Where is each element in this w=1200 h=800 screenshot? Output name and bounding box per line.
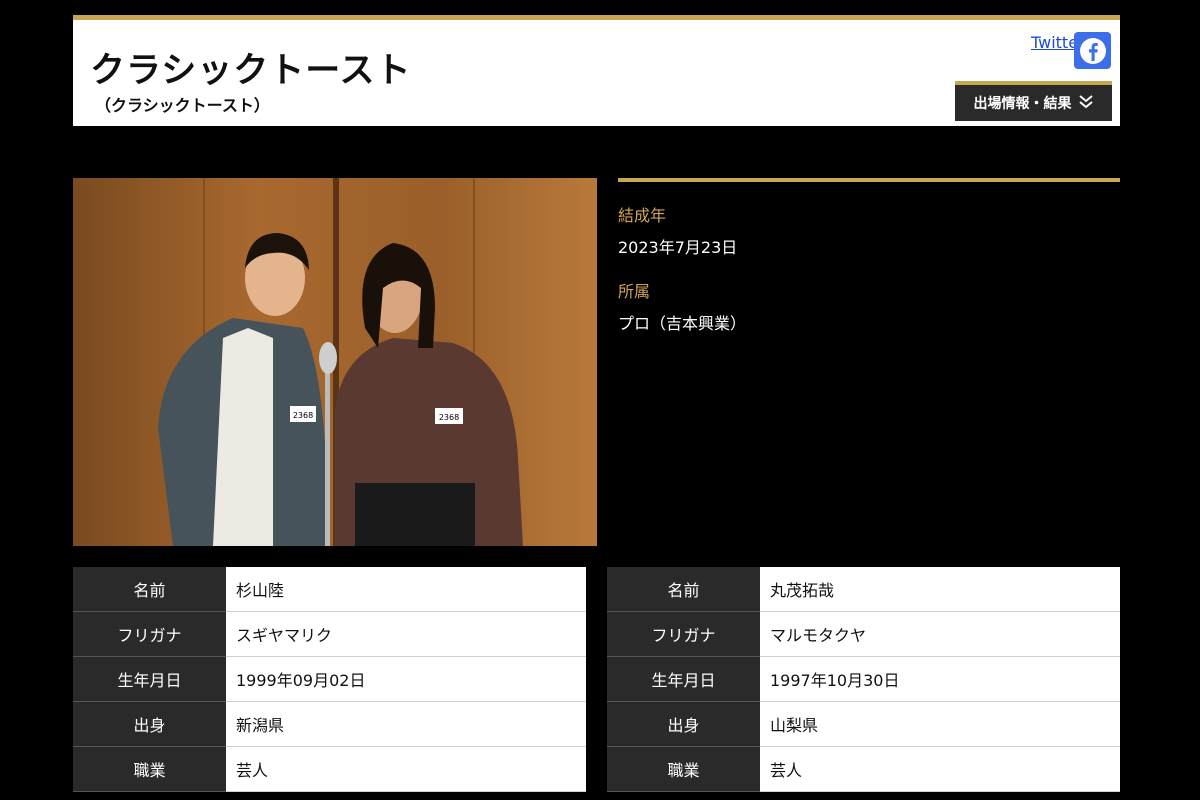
row-key: 職業 [607, 746, 760, 792]
row-value: 1997年10月30日 [760, 656, 1120, 702]
table-row: 生年月日 1999年09月02日 [73, 656, 586, 702]
affiliation-value: プロ（吉本興業） [618, 314, 747, 333]
badge-number-left: 2368 [293, 411, 313, 420]
row-value: 丸茂拓哉 [760, 567, 1120, 612]
row-value: 杉山陸 [226, 567, 586, 612]
table-row: 職業 芸人 [73, 746, 586, 792]
table-row: フリガナ スギヤマリク [73, 611, 586, 657]
group-info-panel: 結成年 2023年7月23日 所属 プロ（吉本興業） [618, 178, 1120, 354]
row-value: 1999年09月02日 [226, 656, 586, 702]
row-key: フリガナ [607, 611, 760, 657]
results-dropdown-button[interactable]: 出場情報・結果 [955, 81, 1112, 121]
row-value: スギヤマリク [226, 611, 586, 657]
badge-number-right: 2368 [439, 413, 459, 422]
row-key: 出身 [73, 701, 226, 747]
row-value: 山梨県 [760, 701, 1120, 747]
results-dropdown-label: 出場情報・結果 [973, 96, 1072, 112]
member-table-1: 名前 杉山陸 フリガナ スギヤマリク 生年月日 1999年09月02日 出身 新… [73, 567, 586, 792]
right-gutter [1132, 0, 1200, 800]
double-chevron-down-icon [1078, 93, 1094, 113]
page-subtitle: （クラシックトースト） [95, 96, 270, 115]
left-gutter [0, 0, 60, 800]
table-row: フリガナ マルモタクヤ [607, 611, 1120, 657]
table-row: 名前 杉山陸 [73, 567, 586, 612]
table-row: 名前 丸茂拓哉 [607, 567, 1120, 612]
row-value: マルモタクヤ [760, 611, 1120, 657]
duo-photo: 2368 2368 [73, 178, 597, 546]
row-key: 職業 [73, 746, 226, 792]
member-table-2: 名前 丸茂拓哉 フリガナ マルモタクヤ 生年月日 1997年10月30日 出身 … [607, 567, 1120, 792]
row-key: 生年月日 [73, 656, 226, 702]
row-value: 芸人 [760, 746, 1120, 792]
table-row: 職業 芸人 [607, 746, 1120, 792]
row-key: 出身 [607, 701, 760, 747]
row-key: 生年月日 [607, 656, 760, 702]
row-value: 新潟県 [226, 701, 586, 747]
profile-header: クラシックトースト （クラシックトースト） Twitter 出場情報・結果 [73, 15, 1120, 126]
row-key: フリガナ [73, 611, 226, 657]
table-row: 生年月日 1997年10月30日 [607, 656, 1120, 702]
formed-value: 2023年7月23日 [618, 238, 738, 257]
row-value: 芸人 [226, 746, 586, 792]
affiliation-label: 所属 [618, 282, 651, 301]
page-title: クラシックトースト [90, 51, 412, 91]
formed-label: 結成年 [618, 206, 667, 225]
table-row: 出身 山梨県 [607, 701, 1120, 747]
facebook-icon[interactable] [1074, 32, 1111, 69]
table-row: 出身 新潟県 [73, 701, 586, 747]
row-key: 名前 [73, 567, 226, 612]
row-key: 名前 [607, 567, 760, 612]
